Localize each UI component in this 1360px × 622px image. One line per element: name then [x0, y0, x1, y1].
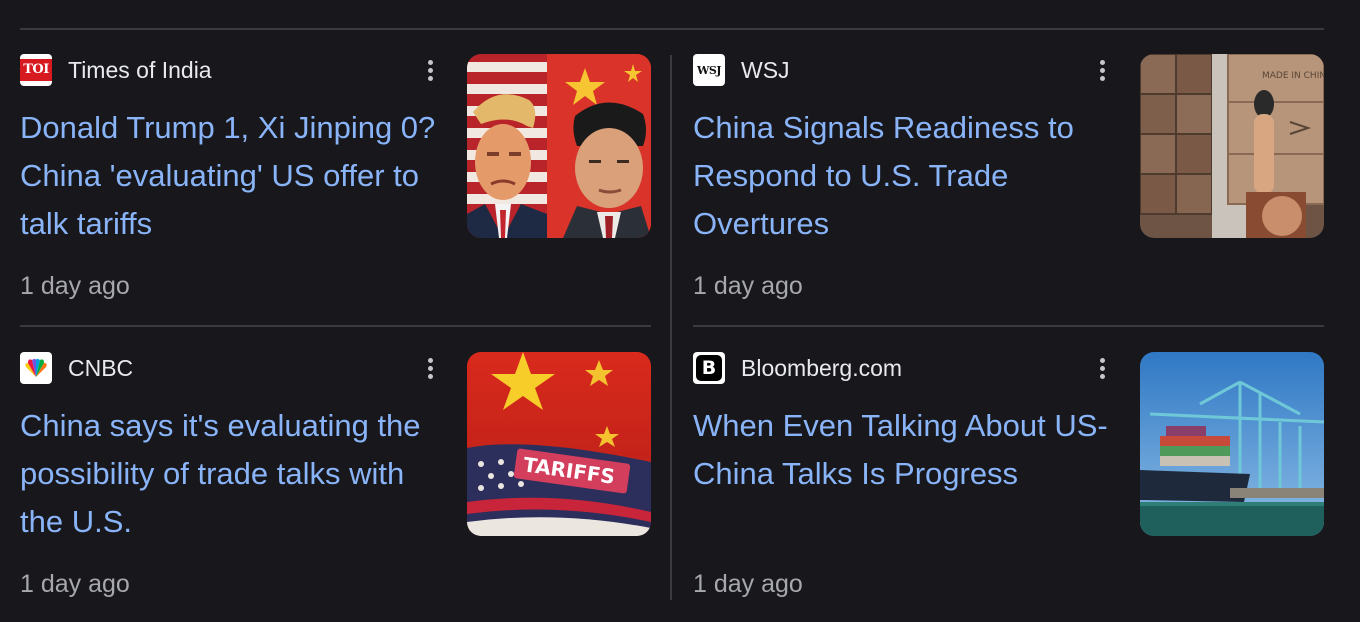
more-vert-icon [1099, 357, 1105, 363]
headline-link[interactable]: Donald Trump 1, Xi Jinping 0? China 'eva… [20, 104, 450, 248]
source-row: TOI Times of India [20, 54, 212, 86]
favicon-text: TOI [20, 59, 52, 81]
column-divider [670, 55, 672, 600]
port-cranes-image [1140, 352, 1324, 536]
more-options-button[interactable] [418, 56, 442, 84]
news-card-wsj[interactable]: WSJ WSJ China Signals Readiness to Respo… [693, 54, 1325, 324]
article-thumbnail[interactable] [1140, 352, 1324, 536]
source-row: WSJ WSJ [693, 54, 790, 86]
source-row: B Bloomberg.com [693, 352, 902, 384]
source-row: CNBC [20, 352, 133, 384]
favicon-text: B [696, 355, 722, 381]
article-thumbnail[interactable] [467, 54, 651, 238]
row-divider-left [20, 325, 651, 327]
more-options-button[interactable] [1090, 354, 1114, 382]
more-vert-icon [427, 357, 433, 363]
toi-favicon-icon: TOI [20, 54, 52, 86]
favicon-text: WSJ [696, 63, 722, 77]
source-name[interactable]: Times of India [68, 54, 212, 86]
article-thumbnail[interactable]: TARIFFS [467, 352, 651, 536]
news-card-cnbc[interactable]: CNBC China says it's evaluating the poss… [20, 352, 652, 622]
headline-link[interactable]: China says it's evaluating the possibili… [20, 402, 450, 546]
source-name[interactable]: WSJ [741, 54, 790, 86]
timestamp: 1 day ago [693, 272, 803, 300]
source-name[interactable]: CNBC [68, 352, 133, 384]
timestamp: 1 day ago [20, 570, 130, 598]
source-name[interactable]: Bloomberg.com [741, 352, 902, 384]
cnbc-peacock-icon [20, 352, 52, 384]
article-thumbnail[interactable]: MADE IN CHINA [1140, 54, 1324, 238]
bloomberg-favicon-icon: B [693, 352, 725, 384]
timestamp: 1 day ago [20, 272, 130, 300]
svg-text:MADE IN CHINA: MADE IN CHINA [1262, 71, 1324, 81]
headline-link[interactable]: When Even Talking About US-China Talks I… [693, 402, 1123, 498]
top-divider [20, 28, 1324, 30]
more-options-button[interactable] [1090, 56, 1114, 84]
trump-xi-image [467, 54, 651, 238]
boxes-warehouse-image: MADE IN CHINA [1140, 54, 1324, 238]
more-options-button[interactable] [418, 354, 442, 382]
more-vert-icon [427, 59, 433, 65]
more-vert-icon [1099, 59, 1105, 65]
news-card-times-of-india[interactable]: TOI Times of India Donald Trump 1, Xi Ji… [20, 54, 652, 324]
peacock-logo [25, 358, 47, 377]
timestamp: 1 day ago [693, 570, 803, 598]
row-divider-right [693, 325, 1324, 327]
wsj-favicon-icon: WSJ [693, 54, 725, 86]
tariffs-flags-image: TARIFFS [467, 352, 651, 536]
headline-link[interactable]: China Signals Readiness to Respond to U.… [693, 104, 1123, 248]
news-card-bloomberg[interactable]: B Bloomberg.com When Even Talking About … [693, 352, 1325, 622]
